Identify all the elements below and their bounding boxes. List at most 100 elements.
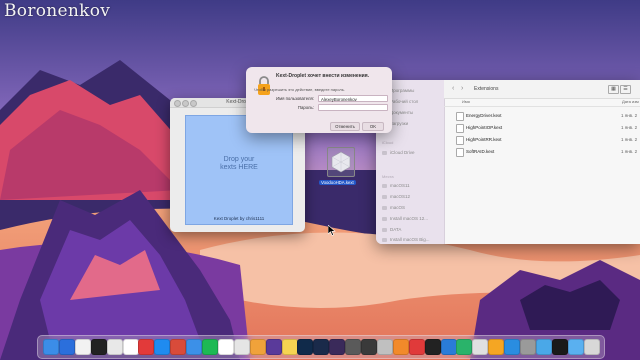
finder-toolbar: ‹ › Extensions ▦ ☰ [444, 80, 640, 99]
acrobat-icon[interactable] [408, 339, 425, 355]
cancel-button[interactable]: Отменить [330, 122, 360, 131]
file-name: HighPointRR.kext [466, 137, 502, 142]
column-name-header[interactable]: Имя [462, 99, 470, 104]
sidebar-item-desktop[interactable]: Рабочий стол [390, 99, 418, 104]
auth-subtitle: Чтобы разрешить это действие, введите па… [254, 87, 345, 92]
sidebar-section-icloud: iCloud [382, 140, 394, 145]
calendar-icon[interactable] [217, 339, 234, 355]
lightroom-icon[interactable] [313, 339, 330, 355]
safari-icon[interactable] [154, 339, 171, 355]
auth-title: Kext-Droplet хочет внести изменения. [276, 73, 370, 79]
automator-icon[interactable] [504, 339, 521, 355]
file-row[interactable]: SoftRAID.kext 1 янв. 2 [444, 146, 640, 158]
hackintool-icon[interactable] [361, 339, 377, 355]
photos-icon[interactable] [249, 339, 266, 355]
spotify-icon[interactable] [202, 339, 218, 355]
notes-icon[interactable] [281, 339, 298, 355]
dock [37, 335, 605, 359]
sidebar-item-volume[interactable]: macOS [390, 205, 405, 210]
finder-title: Extensions [474, 86, 499, 92]
ssd-tool-icon[interactable] [392, 339, 409, 355]
mission-control-icon[interactable] [58, 339, 75, 355]
sidebar-item-applications[interactable]: Программы [390, 88, 414, 93]
lock-icon [258, 76, 270, 95]
textedit-icon[interactable] [74, 339, 91, 355]
watermark-text: Boronenkov [4, 1, 111, 21]
preview-icon[interactable] [376, 339, 393, 355]
disk-icon [382, 205, 387, 210]
compressor-icon[interactable] [345, 339, 362, 355]
terminal-icon[interactable] [90, 339, 107, 355]
system-info-icon[interactable] [233, 339, 250, 355]
auth-dialog: Kext-Droplet хочет внести изменения. Что… [246, 67, 392, 133]
sidebar-item-volume[interactable]: macOS11 [390, 183, 410, 188]
cloud-icon [382, 150, 387, 155]
photoshop-icon[interactable] [297, 339, 314, 355]
desktop-kext-icon[interactable]: VoodooHDA.kext [318, 143, 362, 189]
kext-file-icon [456, 136, 464, 145]
password-field[interactable] [318, 104, 388, 111]
kext-file-icon [456, 112, 464, 121]
disk-icon [382, 194, 387, 199]
sidebar-item-downloads[interactable]: Загрузки [390, 121, 408, 126]
activity-icon[interactable] [472, 339, 489, 355]
column-header: Имя Дата изм [444, 98, 640, 107]
disk-icon [382, 237, 387, 242]
file-name: HighPointIOP.kext [466, 125, 503, 130]
list-view-icon[interactable]: ☰ [620, 85, 631, 94]
motion-icon[interactable] [329, 339, 346, 355]
teamviewer-icon[interactable] [440, 339, 457, 355]
messages-icon[interactable] [106, 339, 123, 355]
file-date: 1 янв. 2 [621, 149, 638, 154]
file-date: 1 янв. 2 [621, 113, 638, 118]
sidebar-section-places: Места [382, 174, 394, 179]
downloads-icon[interactable] [535, 339, 552, 355]
documents-icon[interactable] [567, 339, 584, 355]
ok-button[interactable]: OK [362, 122, 384, 131]
drop-zone-footer: Kext Droplet by chris1111 [213, 216, 265, 221]
disk-icon [382, 183, 387, 188]
forward-arrow-icon[interactable]: › [461, 85, 463, 92]
username-field[interactable]: AlexeyBoronenkov [318, 95, 388, 102]
finder-icon[interactable] [43, 339, 59, 355]
file-row[interactable]: HighPointRR.kext 1 янв. 2 [444, 134, 640, 146]
display-icon[interactable] [551, 339, 568, 355]
disk-icon [382, 216, 387, 221]
opera-icon[interactable] [138, 339, 155, 355]
sidebar-item-icloud-drive[interactable]: iCloud Drive [390, 150, 415, 155]
kext-droplet-icon[interactable] [170, 339, 187, 355]
finder-window: Программы Рабочий стол Документы Загрузк… [376, 80, 640, 244]
kext-selection-box [327, 147, 355, 177]
cleaner-icon[interactable] [456, 339, 473, 355]
settings-icon[interactable] [520, 339, 536, 355]
sidebar-item-volume[interactable]: macOS12 [390, 194, 410, 199]
sidebar-item-documents[interactable]: Документы [390, 110, 413, 115]
drop-text-line2: kexts HERE [220, 164, 258, 171]
icon-view-icon[interactable]: ▦ [608, 85, 619, 94]
kext-file-icon [456, 148, 464, 157]
disk-icon [382, 227, 387, 232]
sidebar-item-volume[interactable]: Install macOS 12... [390, 216, 428, 221]
yandex-icon[interactable] [122, 339, 139, 355]
trash-icon[interactable] [583, 339, 600, 355]
file-date: 1 янв. 2 [621, 125, 638, 130]
file-row[interactable]: EnergyDriver.kext 1 янв. 2 [444, 110, 640, 122]
kext-file-icon [456, 124, 464, 133]
mouse-cursor-icon [328, 225, 336, 236]
utility-icon[interactable] [488, 339, 505, 355]
password-label: Пароль: [297, 105, 314, 110]
username-label: Имя пользователя: [276, 96, 314, 101]
desktop-icon-label: VoodooHDA.kext [319, 180, 356, 185]
file-date: 1 янв. 2 [621, 137, 638, 142]
back-arrow-icon[interactable]: ‹ [452, 85, 454, 92]
file-name: EnergyDriver.kext [466, 113, 502, 118]
drop-zone-text: Drop your kexts HERE [186, 156, 292, 172]
istat-icon[interactable] [424, 339, 441, 355]
column-date-header[interactable]: Дата изм [622, 99, 639, 104]
file-row[interactable]: HighPointIOP.kext 1 янв. 2 [444, 122, 640, 134]
sidebar-item-volume[interactable]: DATA [390, 227, 401, 232]
final-cut-icon[interactable] [265, 339, 282, 355]
sidebar-item-volume[interactable]: Install macOS Big... [390, 237, 430, 242]
kext-bundle-icon [331, 151, 351, 173]
mail-icon[interactable] [186, 339, 203, 355]
